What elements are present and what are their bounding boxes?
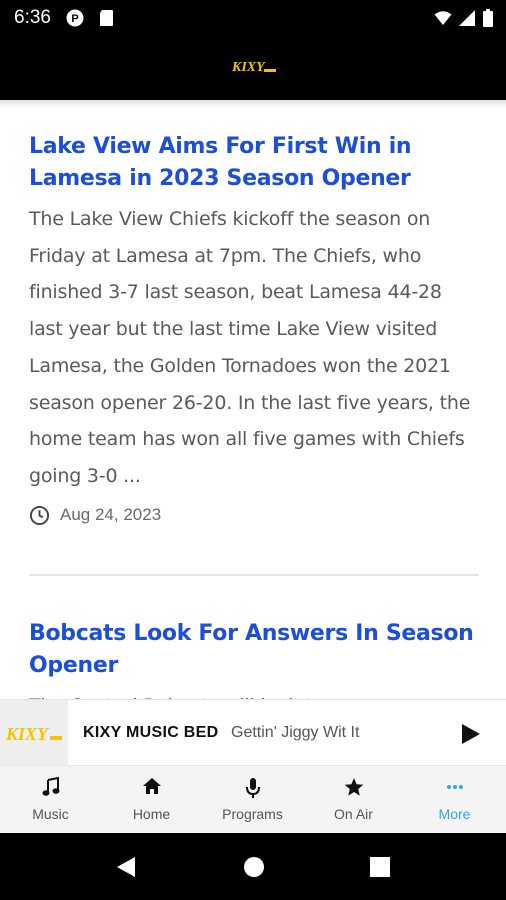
kixy-logo: KIXY [5, 724, 62, 744]
tab-label: Music [32, 806, 69, 822]
status-bar: 6:36 P [0, 0, 506, 36]
play-button[interactable] [436, 700, 506, 766]
article-card[interactable]: Bobcats Look For Answers In Season Opene… [29, 618, 479, 699]
wifi-icon [434, 11, 452, 25]
battery-icon [483, 9, 493, 27]
recents-icon[interactable] [370, 857, 390, 877]
play-icon [462, 724, 480, 744]
music-note-icon [42, 777, 59, 796]
tab-label: Programs [222, 806, 283, 822]
tab-home[interactable]: Home [101, 766, 202, 834]
status-time: 6:36 [14, 7, 51, 28]
back-icon[interactable] [115, 856, 137, 878]
kixy-logo[interactable]: KIXY [230, 57, 278, 77]
home-icon [142, 778, 161, 794]
article-excerpt: The Central Bobcats will look to answer [29, 688, 479, 699]
article-date: Aug 24, 2023 [60, 505, 162, 525]
article-card[interactable]: Lake View Aims For First Win in Lamesa i… [29, 131, 479, 526]
tab-on-air[interactable]: On Air [303, 766, 404, 834]
tab-music[interactable]: Music [0, 766, 101, 834]
more-dots-icon [446, 785, 463, 789]
sd-card-icon [100, 10, 113, 26]
app-notification-icon: P [66, 9, 84, 27]
article-title[interactable]: Lake View Aims For First Win in Lamesa i… [29, 131, 479, 195]
svg-text:P: P [71, 13, 78, 25]
svg-text:KIXY: KIXY [5, 724, 50, 744]
star-icon [344, 778, 363, 796]
tab-label: Home [132, 806, 171, 822]
tab-label: On Air [334, 806, 373, 822]
player-track: Gettin' Jiggy Wit It [231, 724, 360, 741]
clock-icon [29, 505, 50, 525]
article-date-row: Aug 24, 2023 [29, 505, 479, 526]
tab-more[interactable]: More [404, 766, 505, 834]
tab-label: More [438, 806, 471, 822]
bottom-tab-bar: Music Home Programs On Air More [0, 765, 506, 834]
article-list[interactable]: Lake View Aims For First Win in Lamesa i… [0, 100, 506, 699]
article-excerpt: The Lake View Chiefs kickoff the season … [29, 208, 471, 487]
home-circle-icon[interactable] [243, 856, 265, 878]
microphone-icon [245, 778, 260, 798]
signal-icon [459, 10, 475, 26]
article-title[interactable]: Bobcats Look For Answers In Season Opene… [29, 618, 479, 682]
station-artwork: KIXY [0, 700, 68, 766]
player-station: KIXY MUSIC BED [83, 724, 219, 741]
appbar-shadow [0, 100, 506, 108]
tab-programs[interactable]: Programs [202, 766, 303, 834]
article-divider [29, 574, 479, 576]
system-nav-bar [0, 833, 506, 900]
svg-text:KIXY: KIXY [231, 60, 266, 75]
mini-player[interactable]: KIXY KIXY MUSIC BED Gettin' Jiggy Wit It [0, 699, 506, 766]
